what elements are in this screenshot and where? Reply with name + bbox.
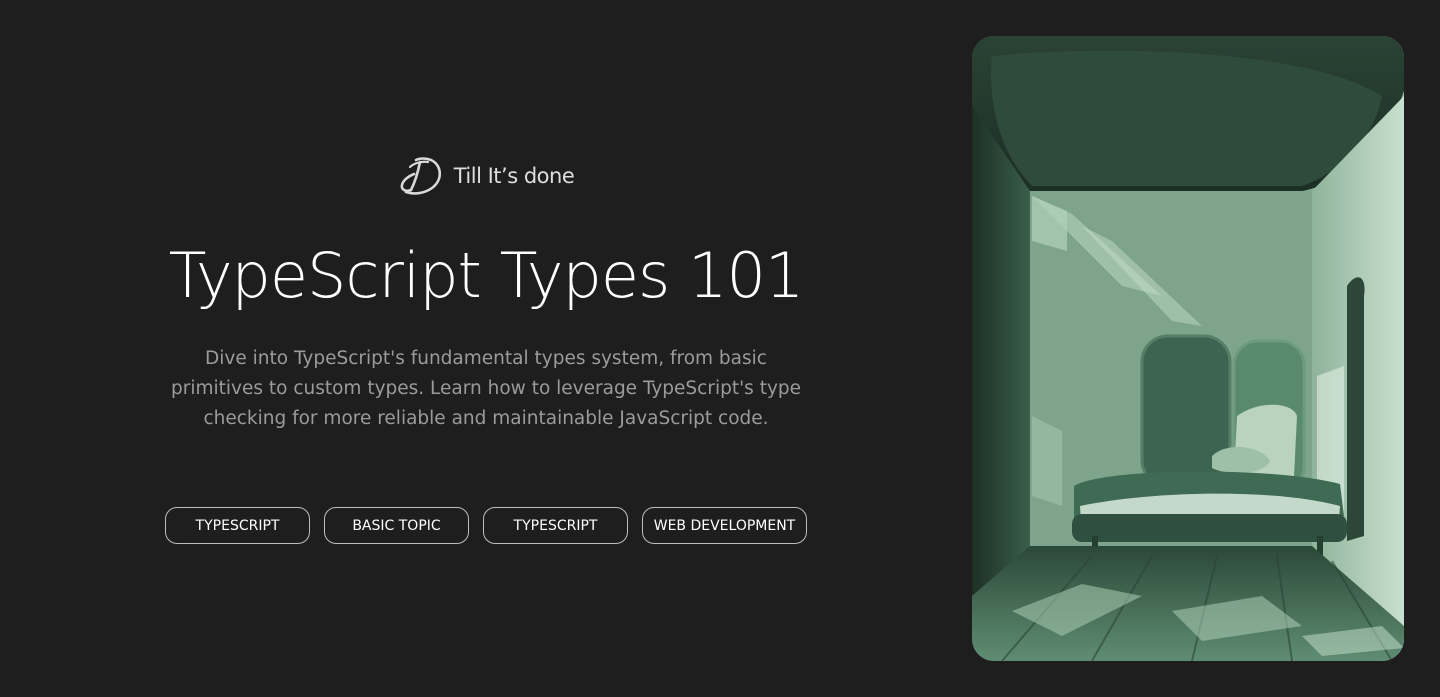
tag-basic-topic[interactable]: BASIC TOPIC xyxy=(324,507,469,544)
page-description: Dive into TypeScript's fundamental types… xyxy=(170,348,802,429)
tag-typescript[interactable]: TYPESCRIPT xyxy=(165,507,310,544)
brand-name: Till It’s done xyxy=(453,164,575,188)
signature-d-logo-icon xyxy=(400,157,441,195)
hero-section: Till It’s done TypeScript Types 101 Dive… xyxy=(160,150,812,544)
tag-list: TYPESCRIPT BASIC TOPIC TYPESCRIPT WEB DE… xyxy=(165,507,807,544)
tag-typescript-2[interactable]: TYPESCRIPT xyxy=(483,507,628,544)
page-title: TypeScript Types 101 xyxy=(168,239,805,312)
green-bedroom-illustration xyxy=(972,36,1404,661)
brand[interactable]: Till It’s done xyxy=(398,150,575,202)
page: Till It’s done TypeScript Types 101 Dive… xyxy=(0,0,1440,697)
tag-web-development[interactable]: WEB DEVELOPMENT xyxy=(642,507,807,544)
hero-image xyxy=(972,36,1404,661)
